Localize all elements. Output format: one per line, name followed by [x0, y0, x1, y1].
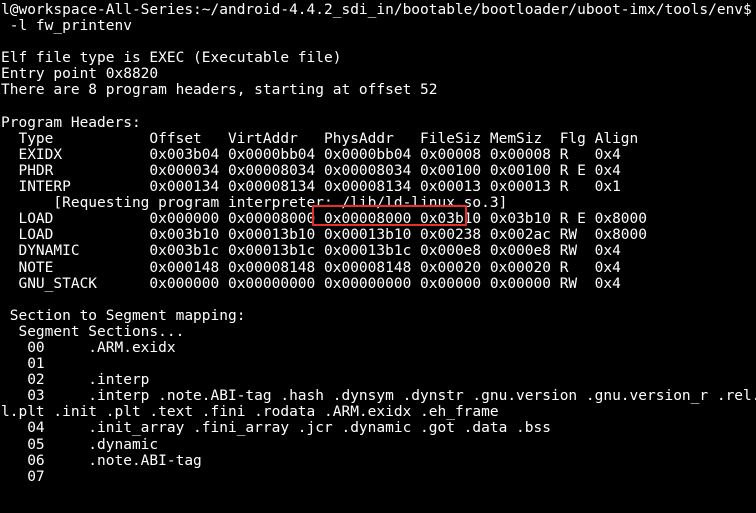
terminal-line-ph-note: NOTE 0x000148 0x00008148 0x00008148 0x00…	[1, 259, 621, 276]
terminal-line-segment-03: 03 .interp .note.ABI-tag .hash .dynsym .…	[1, 388, 756, 405]
terminal-line-segment-01: 01	[1, 356, 45, 373]
terminal-line-elf-file-type: Elf file type is EXEC (Executable file)	[1, 50, 342, 67]
terminal-line-header-count: There are 8 program headers, starting at…	[1, 82, 438, 99]
terminal-line-prompt-part2: -l fw_printenv	[1, 18, 132, 35]
terminal-line-prompt-part1: l@workspace-All-Series:~/android-4.4.2_s…	[1, 2, 756, 18]
terminal-line-ph-exidx: EXIDX 0x003b04 0x0000bb04 0x0000bb04 0x0…	[1, 146, 621, 163]
terminal-line-section-mapping-header: Segment Sections...	[1, 323, 185, 340]
terminal-line-interpreter-note: [Requesting program interpreter: /lib/ld…	[1, 195, 508, 212]
terminal-line-ph-gnu-stack: GNU_STACK 0x000000 0x00000000 0x00000000…	[1, 275, 621, 292]
terminal-line-section-mapping-title: Section to Segment mapping:	[1, 307, 246, 324]
terminal-line-ph-interp: INTERP 0x000134 0x00008134 0x00008134 0x…	[1, 179, 621, 196]
terminal-line-segment-05: 05 .dynamic	[1, 436, 159, 453]
terminal-line-segment-06: 06 .note.ABI-tag	[1, 452, 202, 469]
terminal-line-segment-07: 07	[1, 468, 45, 485]
terminal-line-ph-load-1: LOAD 0x000000 0x00008000 0x00008000 0x03…	[1, 211, 648, 228]
terminal-line-ph-dynamic: DYNAMIC 0x003b1c 0x00013b1c 0x00013b1c 0…	[1, 243, 621, 260]
terminal-line-segment-02: 02 .interp	[1, 372, 150, 389]
terminal-line-program-headers-title: Program Headers:	[1, 114, 141, 131]
terminal-line-ph-load-2: LOAD 0x003b10 0x00013b10 0x00013b10 0x00…	[1, 227, 648, 244]
terminal-line-segment-00: 00 .ARM.exidx	[1, 339, 176, 356]
terminal-line-segment-04: 04 .init_array .fini_array .jcr .dynamic…	[1, 420, 551, 437]
terminal-line-entry-point: Entry point 0x8820	[1, 66, 159, 83]
terminal-window[interactable]: l@workspace-All-Series:~/android-4.4.2_s…	[0, 0, 756, 513]
terminal-line-ph-phdr: PHDR 0x000034 0x00008034 0x00008034 0x00…	[1, 162, 621, 179]
terminal-line-program-headers-columns: Type Offset VirtAddr PhysAddr FileSiz Me…	[1, 130, 639, 147]
terminal-line-segment-03-wrap: l.plt .init .plt .text .fini .rodata .AR…	[1, 404, 499, 421]
